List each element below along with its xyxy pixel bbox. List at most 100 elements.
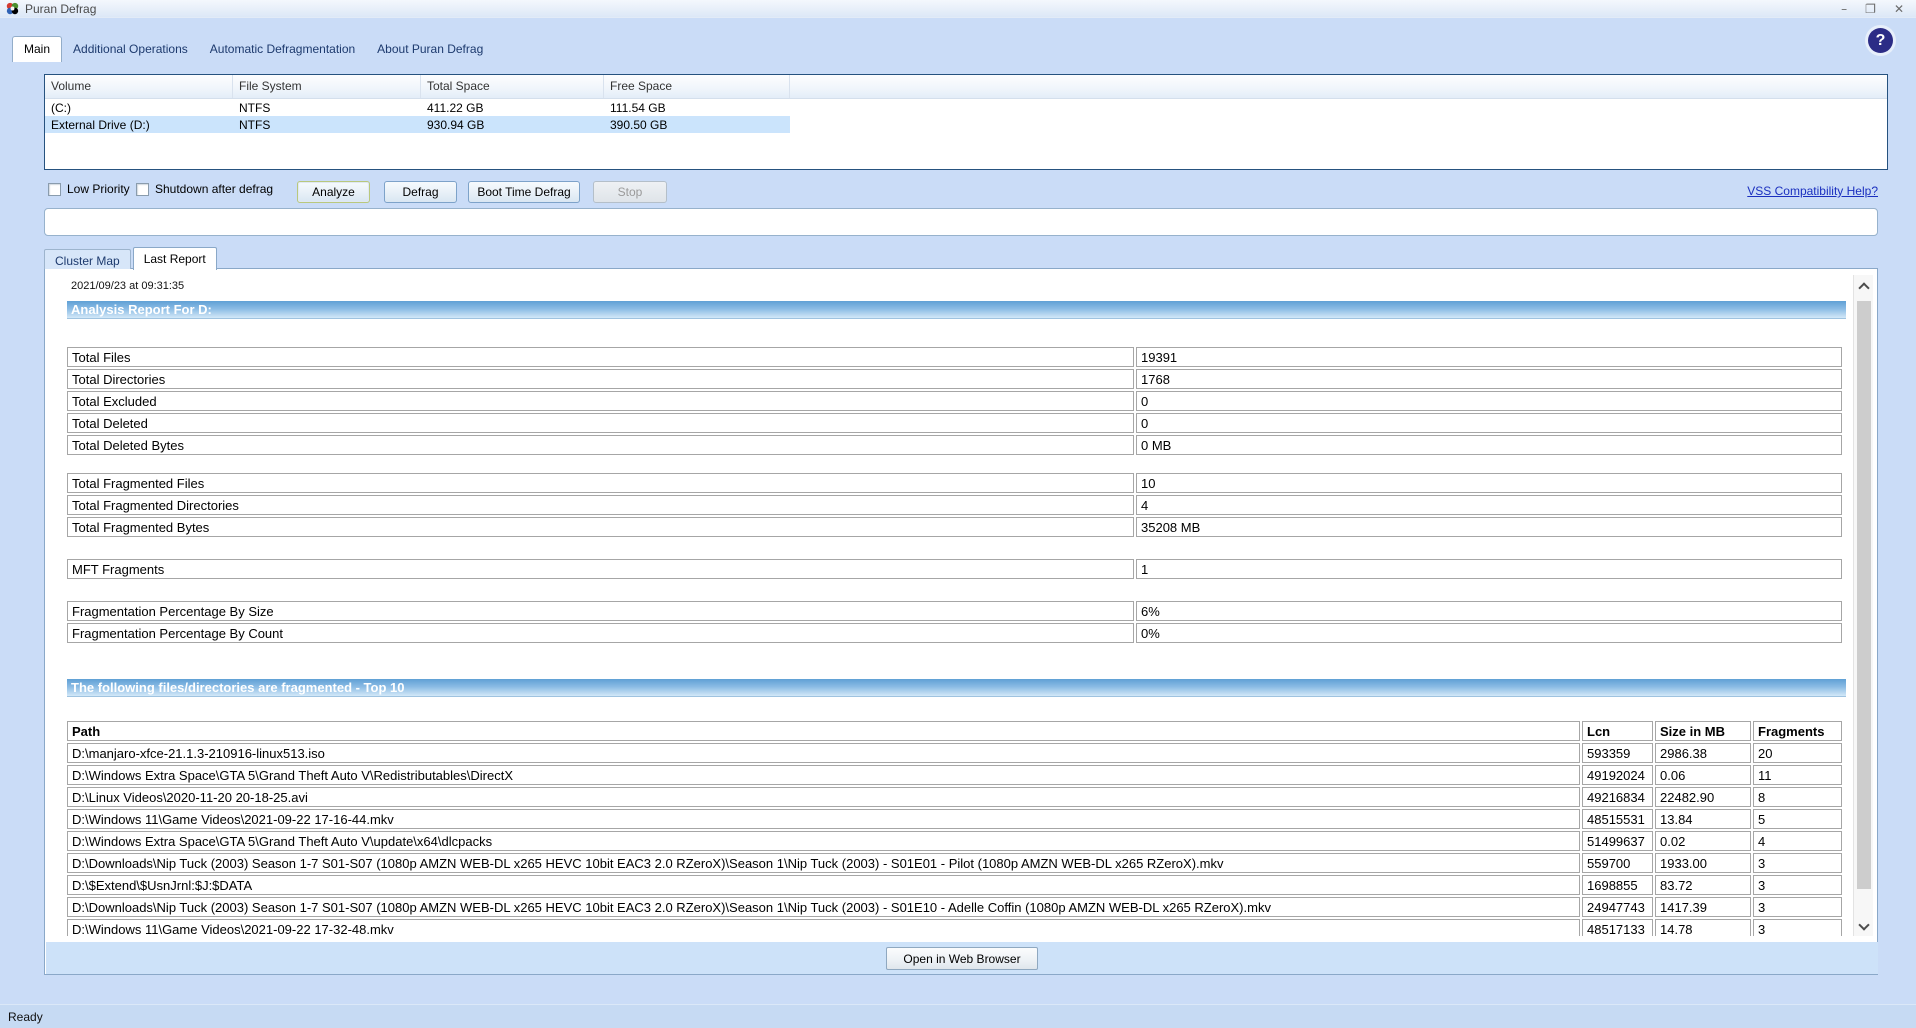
file-path: D:\Downloads\Nip Tuck (2003) Season 1-7 … <box>67 853 1580 873</box>
shutdown-after-defrag-checkbox[interactable] <box>136 183 149 196</box>
report-tab[interactable]: Last Report <box>133 247 217 270</box>
stat-row: Total Deleted 0 <box>67 413 1842 433</box>
maximize-button[interactable]: ❐ <box>1865 3 1876 15</box>
file-path: D:\Downloads\Nip Tuck (2003) Season 1-7 … <box>67 897 1580 917</box>
scroll-up-icon[interactable] <box>1858 282 1869 293</box>
scroll-down-icon[interactable] <box>1858 919 1869 930</box>
stat-label: Total Fragmented Directories <box>67 495 1134 515</box>
volume-total: 930.94 GB <box>421 118 604 132</box>
stat-value: 10 <box>1136 473 1842 493</box>
file-size: 1933.00 <box>1655 853 1751 873</box>
main-tab[interactable]: Main <box>12 36 62 62</box>
help-icon[interactable]: ? <box>1868 28 1893 53</box>
file-row: D:\Windows 11\Game Videos\2021-09-22 17-… <box>67 809 1842 829</box>
stat-value: 0 MB <box>1136 435 1842 455</box>
stat-value: 35208 MB <box>1136 517 1842 537</box>
column-header-total-space[interactable]: Total Space <box>421 75 604 98</box>
file-lcn: 24947743 <box>1582 897 1653 917</box>
file-fragments: 11 <box>1753 765 1842 785</box>
panel-bottom-strip: Open in Web Browser <box>46 942 1878 974</box>
stat-row: Total Fragmented Bytes 35208 MB <box>67 517 1842 537</box>
file-fragments: 5 <box>1753 809 1842 829</box>
open-in-web-browser-button[interactable]: Open in Web Browser <box>886 947 1038 970</box>
main-tab-strip: Main Additional Operations Automatic Def… <box>0 18 1916 62</box>
stat-label: Fragmentation Percentage By Size <box>67 601 1134 621</box>
volume-row[interactable]: (C:) NTFS 411.22 GB 111.54 GB <box>45 99 790 116</box>
file-row: D:\Downloads\Nip Tuck (2003) Season 1-7 … <box>67 853 1842 873</box>
volume-free: 111.54 GB <box>604 101 790 115</box>
file-row: D:\$Extend\$UsnJrnl:$J:$DATA 1698855 83.… <box>67 875 1842 895</box>
report-viewport[interactable]: 2021/09/23 at 09:31:35 Analysis Report F… <box>46 275 1852 936</box>
file-fragments: 8 <box>1753 787 1842 807</box>
main-tab[interactable]: About Puran Defrag <box>366 37 494 62</box>
shutdown-after-defrag-label: Shutdown after defrag <box>155 182 273 196</box>
fragmented-files-header: The following files/directories are frag… <box>67 679 1846 697</box>
stat-label: MFT Fragments <box>67 559 1134 579</box>
file-size: 2986.38 <box>1655 743 1751 763</box>
stat-row: Total Deleted Bytes 0 MB <box>67 435 1842 455</box>
file-size: 14.78 <box>1655 919 1751 936</box>
low-priority-checkbox[interactable] <box>48 183 61 196</box>
volume-name: (C:) <box>45 101 233 115</box>
report-scrollbar[interactable] <box>1853 275 1873 936</box>
file-size: 0.02 <box>1655 831 1751 851</box>
volume-list[interactable]: Volume File System Total Space Free Spac… <box>44 74 1888 170</box>
file-row: D:\manjaro-xfce-21.1.3-210916-linux513.i… <box>67 743 1842 763</box>
file-lcn: 49216834 <box>1582 787 1653 807</box>
analysis-report-header: Analysis Report For D: <box>67 301 1846 319</box>
stat-label: Total Fragmented Bytes <box>67 517 1134 537</box>
stats-table-fragmented: Total Fragmented Files 10 Total Fragment… <box>65 471 1844 539</box>
file-row: D:\Windows 11\Game Videos\2021-09-22 17-… <box>67 919 1842 936</box>
stat-row: Total Fragmented Files 10 <box>67 473 1842 493</box>
volume-fs: NTFS <box>233 101 421 115</box>
stat-label: Total Files <box>67 347 1134 367</box>
stat-row: Total Fragmented Directories 4 <box>67 495 1842 515</box>
file-lcn: 559700 <box>1582 853 1653 873</box>
file-path: D:\$Extend\$UsnJrnl:$J:$DATA <box>67 875 1580 895</box>
stat-label: Total Excluded <box>67 391 1134 411</box>
main-tab[interactable]: Additional Operations <box>62 37 199 62</box>
close-button[interactable]: ✕ <box>1894 3 1904 15</box>
minimize-button[interactable]: – <box>1841 3 1847 15</box>
files-column-fragments: Fragments <box>1753 721 1842 741</box>
low-priority-label: Low Priority <box>67 182 130 196</box>
stat-value: 0% <box>1136 623 1842 643</box>
file-path: D:\Windows 11\Game Videos\2021-09-22 17-… <box>67 809 1580 829</box>
volume-free: 390.50 GB <box>604 118 790 132</box>
stat-row: MFT Fragments 1 <box>67 559 1842 579</box>
volume-row[interactable]: External Drive (D:) NTFS 930.94 GB 390.5… <box>45 116 790 133</box>
file-fragments: 3 <box>1753 853 1842 873</box>
files-column-path: Path <box>67 721 1580 741</box>
file-lcn: 49192024 <box>1582 765 1653 785</box>
stat-row: Total Excluded 0 <box>67 391 1842 411</box>
stat-value: 19391 <box>1136 347 1842 367</box>
progress-text-box <box>44 208 1878 236</box>
boot-time-defrag-button[interactable]: Boot Time Defrag <box>468 181 580 203</box>
column-header-free-space[interactable]: Free Space <box>604 75 790 98</box>
analyze-button[interactable]: Analyze <box>297 181 370 203</box>
controls-row: Low Priority Shutdown after defrag Analy… <box>0 178 1916 206</box>
report-tab[interactable]: Cluster Map <box>44 249 131 269</box>
stats-table-mft: MFT Fragments 1 <box>65 557 1844 581</box>
file-size: 83.72 <box>1655 875 1751 895</box>
volume-fs: NTFS <box>233 118 421 132</box>
scrollbar-thumb[interactable] <box>1857 301 1871 889</box>
stop-button: Stop <box>593 181 667 203</box>
file-lcn: 48517133 <box>1582 919 1653 936</box>
status-bar: Ready <box>0 1004 1916 1028</box>
stat-value: 0 <box>1136 391 1842 411</box>
main-tab[interactable]: Automatic Defragmentation <box>199 37 366 62</box>
defrag-button[interactable]: Defrag <box>384 181 457 203</box>
file-lcn: 593359 <box>1582 743 1653 763</box>
report-panel: 2021/09/23 at 09:31:35 Analysis Report F… <box>44 268 1878 975</box>
column-header-file-system[interactable]: File System <box>233 75 421 98</box>
vss-compatibility-help-link[interactable]: VSS Compatibility Help? <box>1747 184 1878 198</box>
stat-label: Total Deleted Bytes <box>67 435 1134 455</box>
file-row: D:\Downloads\Nip Tuck (2003) Season 1-7 … <box>67 897 1842 917</box>
stat-row: Total Directories 1768 <box>67 369 1842 389</box>
file-fragments: 4 <box>1753 831 1842 851</box>
file-lcn: 51499637 <box>1582 831 1653 851</box>
main-tabs: Main Additional Operations Automatic Def… <box>12 36 494 62</box>
files-header-row: Path Lcn Size in MB Fragments <box>67 721 1842 741</box>
column-header-volume[interactable]: Volume <box>45 75 233 98</box>
